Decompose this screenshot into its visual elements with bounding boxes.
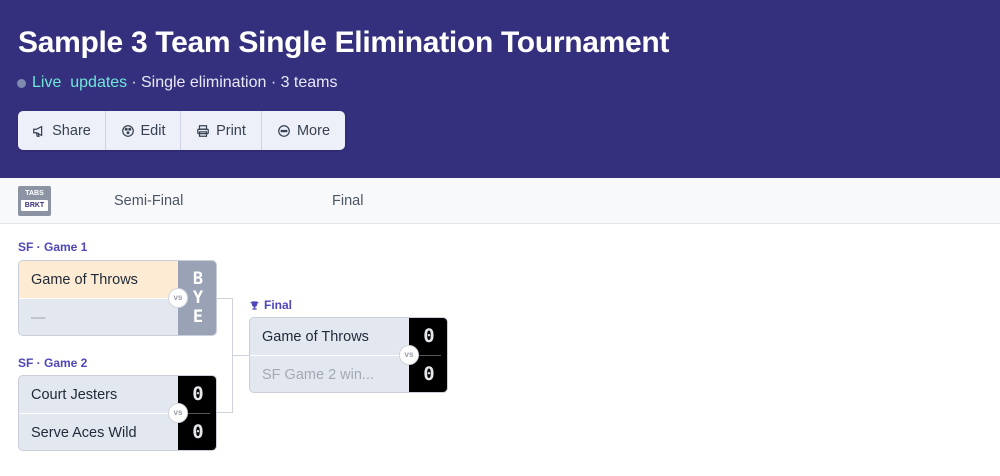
score-bottom: 0 <box>423 363 435 385</box>
more-label: More <box>296 122 331 139</box>
bracket-icon-label: BRKT <box>21 200 48 211</box>
action-toolbar: Share Edit Print More <box>18 111 345 150</box>
share-button[interactable]: Share <box>18 111 106 150</box>
team-slot-top[interactable]: Game of Throws <box>250 318 409 355</box>
tournament-header: Sample 3 Team Single Elimination Tournam… <box>0 0 1000 178</box>
palette-icon <box>121 124 134 137</box>
trophy-icon <box>250 300 259 310</box>
tournament-meta: Live updates · Single elimination · 3 te… <box>17 74 338 92</box>
match-card-sf2[interactable]: Court Jesters Serve Aces Wild 0 0 vs <box>18 375 217 451</box>
bracket-connector <box>217 298 233 299</box>
score-divider <box>186 413 210 414</box>
team-slot-bottom[interactable]: Serve Aces Wild <box>19 414 178 450</box>
tabs-icon-label: TABS <box>25 190 44 197</box>
game-label-sf2: SF · Game 2 <box>18 356 88 370</box>
game-label-sf1: SF · Game 1 <box>18 240 88 254</box>
score-top: 0 <box>192 383 204 405</box>
bracket-connector <box>217 412 233 413</box>
printer-icon <box>197 124 209 137</box>
live-updates-link[interactable]: Live updates <box>32 74 127 92</box>
edit-label: Edit <box>140 122 166 139</box>
bracket-connector <box>232 355 249 356</box>
ellipsis-circle-icon <box>278 124 290 137</box>
print-button[interactable]: Print <box>181 111 262 150</box>
match-card-final[interactable]: Game of Throws SF Game 2 win... 0 0 vs <box>249 317 448 393</box>
final-label-text: Final <box>264 298 293 312</box>
bye-letter: B <box>192 269 204 289</box>
team-slot-top[interactable]: Game of Throws <box>19 261 178 298</box>
tab-final[interactable]: Final <box>332 193 363 209</box>
edit-button[interactable]: Edit <box>106 111 181 150</box>
score-divider <box>417 355 441 356</box>
tournament-summary: · Single elimination · 3 teams <box>131 74 338 91</box>
game-label-final: Final <box>249 298 292 312</box>
tab-semi-final[interactable]: Semi-Final <box>114 193 183 209</box>
more-button[interactable]: More <box>262 111 345 150</box>
vs-badge: vs <box>399 345 419 365</box>
round-tab-bar: TABS BRKT Semi-Final Final <box>0 178 1000 224</box>
team-slot-top[interactable]: Court Jesters <box>19 376 178 413</box>
page-title: Sample 3 Team Single Elimination Tournam… <box>18 26 670 59</box>
view-toggle-icon[interactable]: TABS BRKT <box>18 186 51 216</box>
bye-letter: E <box>192 307 204 327</box>
score-top: 0 <box>423 325 435 347</box>
share-label: Share <box>52 122 91 139</box>
vs-badge: vs <box>168 288 188 308</box>
team-slot-bottom[interactable]: SF Game 2 win... <box>250 356 409 392</box>
vs-badge: vs <box>168 403 188 423</box>
match-card-sf1[interactable]: Game of Throws — B Y E vs <box>18 260 217 336</box>
team-slot-bottom[interactable]: — <box>19 299 178 335</box>
megaphone-icon <box>33 125 43 137</box>
print-label: Print <box>216 122 246 139</box>
live-status-dot <box>17 78 26 88</box>
score-bottom: 0 <box>192 421 204 443</box>
